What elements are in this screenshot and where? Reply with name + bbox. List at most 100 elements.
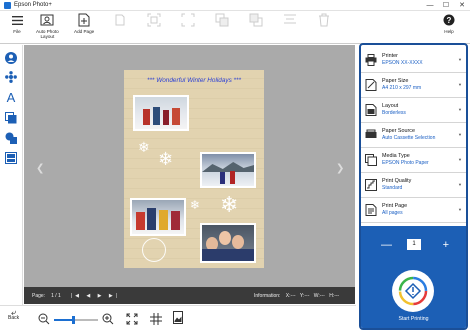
setting-print-page[interactable]: Print Page All pages ▼ bbox=[361, 199, 466, 223]
grid-icon[interactable] bbox=[150, 312, 162, 330]
pages-value: 1 / 1 bbox=[51, 292, 61, 299]
snowflake-decoration[interactable]: ❄ bbox=[138, 140, 150, 154]
zoom-thumb[interactable] bbox=[72, 316, 76, 324]
setting-value: EPSON XX-XXXX bbox=[382, 60, 423, 66]
setting-label: Print Quality bbox=[382, 178, 412, 184]
title-bar: Epson Photo+ — ☐ ✕ bbox=[0, 0, 470, 11]
menu-icon bbox=[9, 13, 25, 27]
info-h-value: --- bbox=[334, 292, 340, 299]
page-nav-buttons[interactable]: |◀ ◀ ▶ ▶| bbox=[71, 293, 120, 299]
help-button[interactable]: ? Help bbox=[441, 13, 457, 34]
add-page-icon bbox=[76, 13, 92, 27]
align-button[interactable] bbox=[282, 13, 298, 29]
window-title: Epson Photo+ bbox=[14, 2, 52, 8]
setting-value: A4 210 x 297 mm bbox=[382, 85, 422, 91]
person-icon[interactable] bbox=[4, 51, 18, 65]
print-area: — 1 + Start Printing bbox=[361, 226, 466, 328]
maximize-button[interactable]: ☐ bbox=[438, 0, 454, 11]
left-tool-rail: A bbox=[0, 45, 23, 305]
setting-label: Paper Size bbox=[382, 78, 409, 84]
zoom-in-icon[interactable] bbox=[102, 312, 114, 330]
add-page-label: Add Page bbox=[74, 29, 95, 34]
ornament-decoration[interactable] bbox=[142, 238, 166, 262]
start-printing-button[interactable] bbox=[392, 270, 434, 312]
zoom-out-icon[interactable] bbox=[38, 312, 50, 330]
setting-print-quality[interactable]: Print Quality Standard ▼ bbox=[361, 174, 466, 198]
delete-button[interactable] bbox=[316, 13, 332, 29]
svg-text:?: ? bbox=[447, 16, 452, 25]
close-button[interactable]: ✕ bbox=[454, 0, 470, 11]
photo-frame[interactable] bbox=[200, 223, 256, 263]
text-icon[interactable]: A bbox=[4, 90, 18, 105]
copy-page-button[interactable] bbox=[112, 13, 128, 29]
decrease-copies-button[interactable]: — bbox=[381, 238, 392, 252]
setting-paper-source[interactable]: Paper Source Auto Cassette Selection ▼ bbox=[361, 124, 466, 148]
setting-media-type[interactable]: Media Type EPSON Photo Paper ▼ bbox=[361, 149, 466, 173]
edit-canvas[interactable]: ❮ ❯ *** Wonderful Winter Holidays *** ❄ … bbox=[24, 45, 355, 287]
info-y-value: --- bbox=[304, 292, 310, 299]
photo-frame[interactable] bbox=[133, 95, 189, 131]
increase-copies-button[interactable]: + bbox=[443, 238, 449, 252]
copies-input[interactable]: 1 bbox=[407, 239, 421, 250]
back-button[interactable]: ⤶ Back bbox=[8, 308, 20, 322]
trash-icon bbox=[316, 13, 332, 27]
add-page-button[interactable]: Add Page bbox=[74, 13, 94, 34]
layout-template-icon[interactable] bbox=[4, 151, 18, 165]
setting-value: Auto Cassette Selection bbox=[382, 135, 436, 141]
frame-icon[interactable] bbox=[4, 111, 18, 125]
image-icon[interactable] bbox=[173, 311, 183, 329]
send-back-button[interactable] bbox=[248, 13, 264, 29]
setting-label: Layout bbox=[382, 103, 399, 109]
chevron-down-icon: ▼ bbox=[458, 157, 462, 162]
fill-page-button[interactable] bbox=[180, 13, 196, 29]
background-icon[interactable] bbox=[4, 131, 18, 145]
fit-icon bbox=[146, 13, 162, 27]
snowflake-decoration[interactable]: ❄ bbox=[220, 194, 238, 216]
minimize-button[interactable]: — bbox=[422, 0, 438, 11]
snowflake-decoration[interactable]: ❄ bbox=[190, 198, 200, 212]
fit-page-button[interactable] bbox=[146, 13, 162, 29]
status-bar: Page: 1 / 1 |◀ ◀ ▶ ▶| Information: X:---… bbox=[24, 287, 355, 304]
next-page-arrow[interactable]: ❯ bbox=[336, 163, 344, 174]
setting-layout[interactable]: Layout Borderless ▼ bbox=[361, 99, 466, 123]
start-printing-label: Start Printing bbox=[398, 316, 429, 322]
zoom-slider[interactable] bbox=[54, 316, 98, 324]
window-controls: — ☐ ✕ bbox=[422, 0, 470, 11]
send-back-icon bbox=[248, 13, 264, 27]
auto-photo-layout-button[interactable]: Auto Photo Layout bbox=[36, 13, 59, 39]
printer-icon bbox=[365, 54, 377, 66]
align-icon bbox=[282, 13, 298, 27]
pages-label: Page: bbox=[32, 292, 46, 299]
media-type-icon bbox=[365, 154, 377, 166]
print-page[interactable]: *** Wonderful Winter Holidays *** ❄ ❄ ❄ … bbox=[124, 70, 264, 268]
setting-printer[interactable]: Printer EPSON XX-XXXX ▼ bbox=[361, 49, 466, 73]
print-page-icon bbox=[365, 204, 377, 216]
stamp-icon[interactable] bbox=[4, 70, 18, 84]
print-start-icon bbox=[398, 276, 428, 306]
bring-front-button[interactable] bbox=[214, 13, 230, 29]
page-title-text[interactable]: *** Wonderful Winter Holidays *** bbox=[124, 77, 264, 84]
chevron-down-icon: ▼ bbox=[458, 82, 462, 87]
info-w-value: --- bbox=[319, 292, 325, 299]
chevron-down-icon: ▼ bbox=[458, 182, 462, 187]
chevron-down-icon: ▼ bbox=[458, 207, 462, 212]
file-label: File bbox=[13, 29, 21, 34]
setting-value: Borderless bbox=[382, 110, 406, 116]
setting-value: EPSON Photo Paper bbox=[382, 160, 429, 166]
copy-page-icon bbox=[112, 13, 128, 27]
fit-to-window-icon[interactable] bbox=[126, 312, 138, 330]
print-quality-icon bbox=[365, 179, 377, 191]
setting-label: Paper Source bbox=[382, 128, 415, 134]
print-settings-panel: Printer EPSON XX-XXXX ▼ Paper Size A4 21… bbox=[359, 43, 468, 330]
info-readout: Information: X:--- Y:--- W:--- H:--- bbox=[254, 293, 339, 299]
file-button[interactable]: File bbox=[9, 13, 25, 34]
snowflake-decoration[interactable]: ❄ bbox=[158, 150, 173, 168]
back-label: Back bbox=[8, 315, 20, 321]
setting-value: Standard bbox=[382, 185, 403, 191]
photo-frame[interactable] bbox=[200, 152, 256, 188]
help-icon: ? bbox=[441, 13, 457, 27]
setting-paper-size[interactable]: Paper Size A4 210 x 297 mm ▼ bbox=[361, 74, 466, 98]
paper-source-icon bbox=[365, 129, 377, 138]
photo-frame[interactable] bbox=[130, 198, 186, 236]
previous-page-arrow[interactable]: ❮ bbox=[36, 163, 44, 174]
